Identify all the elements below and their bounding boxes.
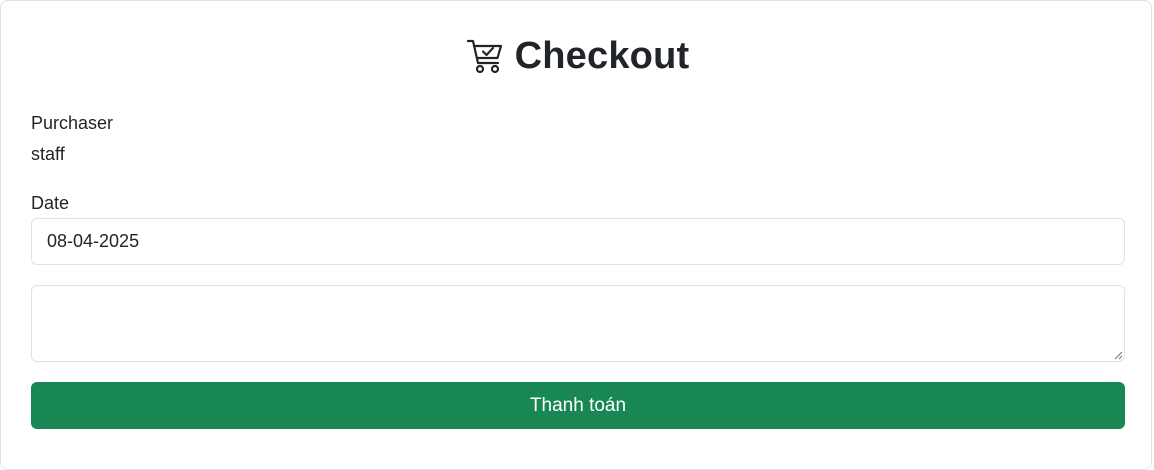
resize-handle-icon[interactable]: [1113, 350, 1123, 360]
note-textarea[interactable]: [31, 285, 1125, 362]
purchaser-value: staff: [31, 144, 65, 164]
date-field[interactable]: 08-04-2025: [31, 218, 1125, 265]
purchaser-label: Purchaser: [31, 113, 114, 133]
checkout-card: Checkout Purchaser staff Date 08-04-2025…: [0, 0, 1152, 470]
page-header: Checkout: [1, 31, 1153, 81]
cart-check-icon: [465, 36, 505, 76]
page-title: Checkout: [514, 34, 690, 77]
date-label: Date: [31, 193, 70, 213]
checkout-submit-button[interactable]: Thanh toán: [31, 382, 1125, 429]
